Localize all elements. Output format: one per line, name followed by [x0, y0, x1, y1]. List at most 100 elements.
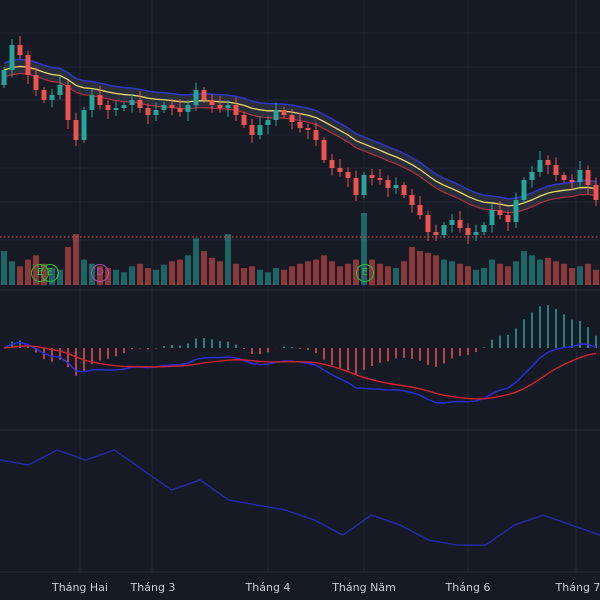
- candle-body: [305, 128, 311, 130]
- x-tick-label: Tháng 7: [555, 581, 600, 594]
- candle-body: [145, 108, 151, 115]
- candle-body: [385, 180, 391, 188]
- candle-body: [177, 108, 183, 112]
- volume-bar: [497, 263, 503, 285]
- candle-body: [113, 108, 119, 110]
- macd-signal-line: [3, 345, 597, 400]
- volume-bar: [489, 259, 495, 285]
- volume-bar: [481, 268, 487, 285]
- candle-body: [289, 115, 295, 122]
- x-tick-label: Tháng Năm: [332, 581, 396, 594]
- candle-body: [89, 95, 95, 110]
- candle-body: [9, 45, 15, 70]
- volume-bar: [265, 272, 271, 285]
- volume-bar: [73, 234, 79, 285]
- candle-body: [553, 165, 559, 175]
- candle-body: [329, 160, 335, 168]
- chart-canvas[interactable]: [0, 0, 600, 600]
- volume-bar: [153, 269, 159, 285]
- volume-bar: [1, 251, 7, 285]
- candle-body: [225, 105, 231, 108]
- volume-bar: [425, 252, 431, 285]
- candle-body: [97, 95, 103, 105]
- candle-body: [321, 140, 327, 160]
- candle-body: [393, 185, 399, 188]
- volume-bar: [313, 259, 319, 285]
- volume-bar: [289, 266, 295, 285]
- volume-bar: [145, 268, 151, 285]
- candle-body: [41, 90, 47, 100]
- volume-bar: [441, 259, 447, 285]
- candle-body: [273, 110, 279, 120]
- volume-bar: [281, 269, 287, 285]
- x-tick-label: Tháng Hai: [52, 581, 108, 594]
- candle-body: [1, 70, 7, 85]
- volume-bar: [513, 261, 519, 285]
- volume-bar: [169, 261, 175, 285]
- candle-body: [193, 90, 199, 105]
- candle-body: [81, 110, 87, 140]
- volume-bar: [449, 261, 455, 285]
- volume-bar: [209, 257, 215, 285]
- candle-body: [313, 130, 319, 140]
- earnings-event-marker[interactable]: E: [355, 264, 374, 282]
- candle-body: [201, 90, 207, 100]
- volume-bar: [241, 268, 247, 285]
- volume-bar: [137, 263, 143, 285]
- candle-body: [353, 178, 359, 195]
- dividend-event-marker[interactable]: D: [91, 264, 109, 282]
- volume-bar: [521, 251, 527, 285]
- volume-bar: [113, 269, 119, 285]
- macd-line: [3, 341, 597, 404]
- volume-bar: [433, 255, 439, 285]
- candle-body: [57, 85, 63, 95]
- candle-body: [281, 110, 287, 115]
- volume-bar: [393, 268, 399, 285]
- candle-body: [585, 170, 591, 185]
- candle-body: [537, 160, 543, 172]
- candle-body: [361, 175, 367, 195]
- volume-bar: [273, 268, 279, 285]
- candle-body: [169, 105, 175, 108]
- candle-body: [409, 195, 415, 205]
- volume-bar: [177, 259, 183, 285]
- volume-bar: [9, 261, 15, 285]
- x-tick-label: Tháng 6: [445, 581, 491, 594]
- candle-body: [401, 185, 407, 195]
- volume-bar: [377, 263, 383, 285]
- volume-bar: [465, 266, 471, 285]
- candle-body: [569, 180, 575, 182]
- candle-body: [137, 100, 143, 108]
- candle-body: [577, 170, 583, 182]
- volume-bar: [577, 266, 583, 285]
- volume-bar: [201, 251, 207, 285]
- x-tick-label: Tháng 4: [245, 581, 291, 594]
- candle-body: [441, 225, 447, 235]
- x-tick-label: Tháng 3: [130, 581, 176, 594]
- candle-body: [449, 220, 455, 225]
- candle-body: [209, 100, 215, 105]
- volume-bar: [185, 255, 191, 285]
- candle-body: [249, 125, 255, 135]
- candle-body: [473, 232, 479, 235]
- volume-bar: [17, 266, 23, 285]
- volume-bar: [297, 263, 303, 285]
- candle-body: [105, 105, 111, 110]
- volume-bar: [305, 261, 311, 285]
- candle-body: [497, 210, 503, 215]
- volume-bar: [529, 255, 535, 285]
- volume-bar: [385, 266, 391, 285]
- candle-body: [593, 185, 599, 200]
- candle-body: [529, 172, 535, 180]
- volume-bar: [345, 263, 351, 285]
- earnings-event-marker[interactable]: E: [40, 264, 59, 282]
- candle-body: [377, 178, 383, 180]
- candle-body: [545, 160, 551, 165]
- candle-body: [73, 120, 79, 140]
- volume-bar: [505, 266, 511, 285]
- candle-body: [417, 205, 423, 215]
- candle-body: [345, 172, 351, 178]
- trading-chart[interactable]: Tháng Hai Tháng 3 Tháng 4 Tháng Năm Thán…: [0, 0, 600, 600]
- volume-bar: [457, 263, 463, 285]
- volume-bar: [409, 246, 415, 285]
